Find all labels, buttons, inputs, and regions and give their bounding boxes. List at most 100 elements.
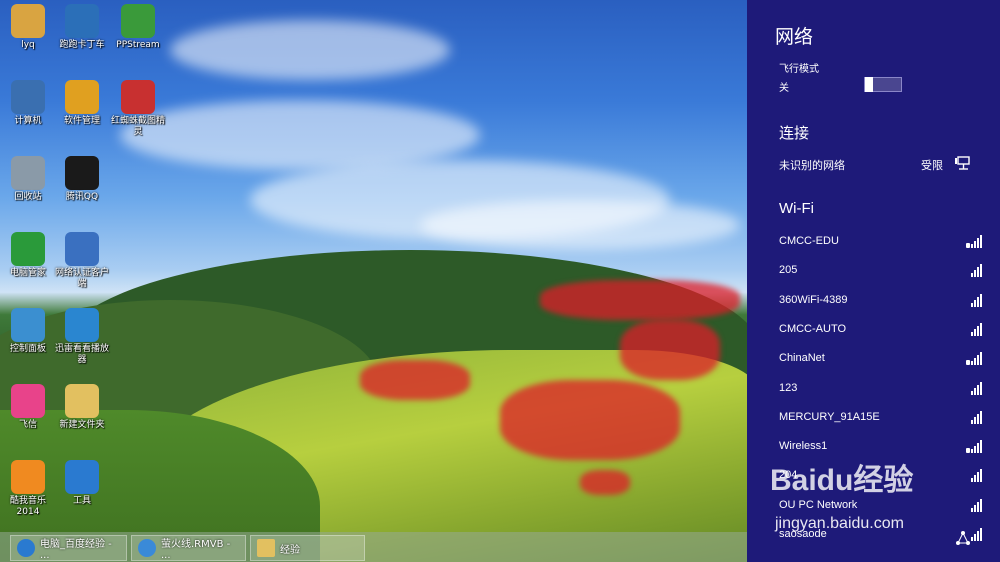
xunlei-player-icon [65,308,99,342]
taskbar-item-label: 萤火线.RMVB - ... [161,539,231,561]
desktop-icon-label: 新建文件夹 [59,420,105,430]
desktop-icon[interactable]: 跑跑卡丁车 [54,4,110,51]
desktop-icon-label: 工具 [72,496,91,506]
desktop-icon-label: 腾讯QQ [65,192,99,202]
wifi-network-name: Wireless1 [779,440,828,453]
taskbar-item-label: 经验 [280,544,300,556]
desktop-icon[interactable]: 控制面板 [0,308,56,355]
limited-network-icon [955,156,970,170]
current-network-name: 未识别的网络 [779,160,845,172]
wifi-network-name: CMCC-AUTO [779,322,847,335]
desktop-icon-label: lyq [21,40,35,50]
wallpaper-flowers [620,320,720,380]
wifi-network-item[interactable]: 123 [779,379,982,399]
taskbar-item-label: 电脑_百度经验 - ... [40,539,112,561]
computer-icon [11,80,45,114]
control-panel-icon [11,308,45,342]
wifi-signal-icon [966,293,982,307]
desktop-icon[interactable]: 新建文件夹 [54,384,110,431]
wifi-signal-icon [966,381,982,395]
wallpaper-flowers [540,280,740,320]
wifi-secured-signal-icon [966,234,982,248]
panel-title: 网络 [775,27,814,48]
desktop-icon-label: 跑跑卡丁车 [59,40,105,50]
desktop-wallpaper: lyq 跑跑卡丁车 PPStream 计算机 软件管理 红蜘蛛截图精灵回收站 腾讯QQ 电脑管… [0,0,747,562]
network-auth-icon [65,232,99,266]
browser-icon [17,539,35,557]
desktop-icon[interactable]: 红蜘蛛截图精灵 [110,80,166,138]
tools-icon [65,460,99,494]
taskbar-item-browser[interactable]: 电脑_百度经验 - ... [10,535,127,561]
watermark-url: jingyan.baidu.com [775,515,904,532]
desktop-icon-label: 软件管理 [63,116,100,126]
desktop-icon-label: 迅雷看看播放器 [54,344,109,365]
wifi-network-item[interactable]: ChinaNet [779,349,982,369]
desktop-icon-label: 回收站 [14,192,42,202]
recycle-bin-icon [11,156,45,190]
kart-game-icon [65,4,99,38]
watermark-brand: Baidu经验 [770,464,914,497]
desktop-icon-label: 计算机 [14,116,42,126]
desktop-icon-label: 飞信 [18,420,37,430]
wallpaper-flowers [500,380,680,460]
current-network-row[interactable]: 未识别的网络 受限 [779,155,979,175]
desktop-icon[interactable]: 飞信 [0,384,56,431]
wifi-secured-signal-icon [966,439,982,454]
desktop-icon[interactable]: 工具 [54,460,110,507]
lock-icon [966,243,970,248]
desktop-icon[interactable]: lyq [0,4,56,51]
wifi-signal-icon [966,410,982,424]
desktop-icon[interactable]: PPStream [110,4,166,51]
desktop-icon-label: 电脑管家 [9,268,46,278]
airplane-mode-value: 关 [779,83,789,94]
pps-icon [121,4,155,38]
wifi-secured-signal-icon [966,351,982,366]
desktop-icon[interactable]: 计算机 [0,80,56,127]
desktop-icon[interactable]: 回收站 [0,156,56,203]
wifi-network-name: CMCC-EDU [779,235,839,247]
desktop-icon[interactable]: 软件管理 [54,80,110,127]
wallpaper-flowers [360,360,470,400]
wifi-network-item[interactable]: 360WiFi-4389 [779,291,982,311]
wifi-network-name: ChinaNet [779,352,825,365]
folder-icon [257,539,275,557]
desktop-icon-label: 控制面板 [9,344,46,354]
baidu-watermark: Baidu经验 jingyan.baidu.com [770,455,970,545]
spider-capture-icon [121,80,155,114]
wifi-network-name: 123 [779,381,798,394]
software-manager-icon [65,80,99,114]
pc-manager-icon [11,232,45,266]
fetion-icon [11,384,45,418]
lock-icon [966,448,970,454]
wallpaper-flowers [580,470,630,495]
desktop-icon[interactable]: 酷我音乐2014 [0,460,56,518]
connection-status: 受限 [921,160,943,172]
airplane-mode-label: 飞行模式 [779,64,819,75]
wallpaper-cloud [420,200,740,250]
user-folder-icon [11,4,45,38]
folder-icon [65,384,99,418]
wifi-network-name: 205 [779,264,798,277]
wifi-network-name: 360WiFi-4389 [779,293,848,306]
desktop-icon-label: 红蜘蛛截图精灵 [110,116,165,137]
taskbar-item-folder[interactable]: 经验 [250,535,365,561]
wifi-network-item[interactable]: 205 [779,261,982,281]
wifi-network-item[interactable]: MERCURY_91A15E [779,408,982,428]
wifi-network-item[interactable]: CMCC-AUTO [779,320,982,340]
connections-heading: 连接 [779,125,810,142]
wifi-network-item[interactable]: CMCC-EDU [779,232,982,252]
desktop-icon[interactable]: 电脑管家 [0,232,56,279]
toggle-knob [865,77,873,92]
desktop-icon[interactable]: 网络认证客户端 [54,232,110,290]
lock-icon [966,360,970,366]
taskbar-item-media-player[interactable]: 萤火线.RMVB - ... [131,535,246,561]
desktop-icon-label: 酷我音乐2014 [9,496,46,517]
taskbar: 电脑_百度经验 - ... 萤火线.RMVB - ... 经验 [0,532,747,562]
desktop-icon-label: PPStream [116,40,160,50]
kuwo-music-icon [11,460,45,494]
airplane-mode-toggle[interactable] [864,77,902,92]
wifi-heading: Wi-Fi [779,200,814,217]
qq-icon [65,156,99,190]
desktop-icon[interactable]: 迅雷看看播放器 [54,308,110,366]
desktop-icon[interactable]: 腾讯QQ [54,156,110,203]
